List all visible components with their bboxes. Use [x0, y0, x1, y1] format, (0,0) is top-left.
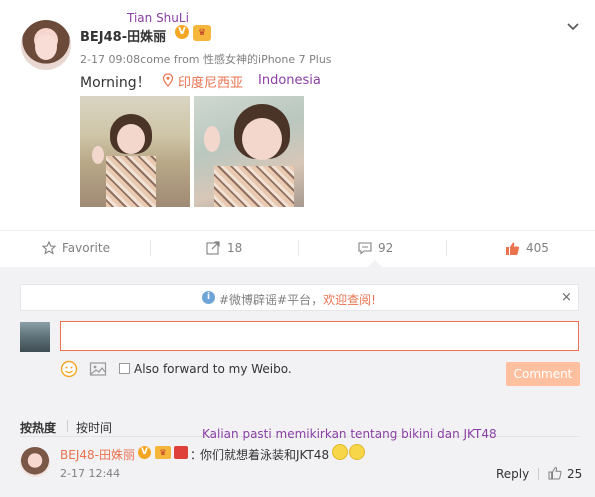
forward-icon: [206, 241, 220, 255]
verified-badge[interactable]: V: [175, 25, 189, 39]
post-meta: 2-17 09:08come from 性感女神的iPhone 7 Plus: [80, 53, 332, 66]
comment-like-icon[interactable]: [548, 466, 562, 480]
name-translation-annotation: Tian ShuLi: [127, 11, 189, 25]
forward-button[interactable]: 18: [206, 231, 242, 265]
comment-icon: [358, 242, 372, 255]
comments-section: i #微博辟谣#平台，欢迎查阅! × Also forward to my We…: [0, 267, 595, 497]
rumor-notice-bar: i #微博辟谣#平台，欢迎查阅! ×: [20, 284, 579, 311]
comment-text: 你们就想着泳装和JKT48: [200, 448, 330, 462]
user-avatar[interactable]: [21, 20, 71, 70]
red-envelope-icon[interactable]: [174, 446, 188, 459]
emoji-icon[interactable]: [60, 360, 78, 378]
comment-username[interactable]: BEJ48-田姝丽: [60, 446, 135, 463]
cat-emoji-icon: [332, 444, 348, 460]
comment-count: 92: [378, 241, 394, 255]
smile-emoji-icon: [349, 444, 365, 460]
comment-action-divider: [538, 468, 539, 480]
post-username[interactable]: BEJ48-田姝丽: [80, 26, 166, 45]
action-divider: [150, 240, 151, 256]
star-icon: [42, 241, 56, 255]
action-divider: [298, 240, 299, 256]
forward-count: 18: [227, 241, 243, 255]
notice-text: #微博辟谣#平台，欢迎查阅!: [219, 291, 376, 308]
forward-checkbox[interactable]: [119, 363, 130, 374]
reply-button[interactable]: Reply: [496, 467, 529, 481]
vip-badge-icon[interactable]: ♛: [193, 25, 211, 41]
image-icon[interactable]: [89, 360, 107, 378]
weibo-post: Tian ShuLi BEJ48-田姝丽 V ♛ 2-17 09:08come …: [0, 0, 595, 230]
comment-like-count: 25: [567, 467, 583, 481]
info-icon: i: [202, 291, 215, 304]
comment-avatar[interactable]: [20, 447, 50, 477]
thumbs-up-icon: [506, 242, 520, 255]
my-avatar[interactable]: [20, 322, 50, 352]
location-translation-annotation: Indonesia: [258, 73, 321, 88]
like-count: 405: [526, 241, 549, 255]
comment-translation-annotation: Kalian pasti memikirkan tentang bikini d…: [202, 427, 497, 441]
sort-by-hot-tab[interactable]: 按热度: [20, 419, 56, 436]
favorite-label: Favorite: [62, 241, 110, 255]
sort-by-time-tab[interactable]: 按时间: [76, 419, 112, 436]
like-button[interactable]: 405: [505, 231, 549, 265]
notice-prefix: #微博辟谣#平台，: [219, 293, 324, 307]
post-location-link[interactable]: 印度尼西亚: [178, 72, 243, 91]
location-pin-icon: [162, 73, 174, 87]
notice-link[interactable]: 欢迎查阅!: [323, 293, 376, 307]
post-action-bar: Favorite 18 92 405: [0, 230, 595, 264]
comment-input[interactable]: [60, 321, 579, 351]
favorite-button[interactable]: Favorite: [42, 231, 110, 265]
comment-vip-badge-icon[interactable]: ♛: [155, 446, 171, 459]
forward-checkbox-label[interactable]: Also forward to my Weibo.: [134, 362, 292, 376]
post-photo-1[interactable]: [80, 96, 190, 207]
close-icon[interactable]: ×: [561, 290, 572, 305]
comment-verified-badge[interactable]: V: [138, 446, 151, 459]
sort-divider: [67, 420, 68, 432]
comment-submit-button[interactable]: Comment: [506, 362, 580, 386]
post-text: Morning！: [80, 75, 151, 91]
action-divider: [446, 240, 447, 256]
post-photo-2[interactable]: [194, 96, 304, 207]
chevron-down-icon[interactable]: [566, 20, 580, 34]
comment-caret: [368, 260, 382, 267]
comment-time: 2-17 12:44: [60, 467, 121, 480]
